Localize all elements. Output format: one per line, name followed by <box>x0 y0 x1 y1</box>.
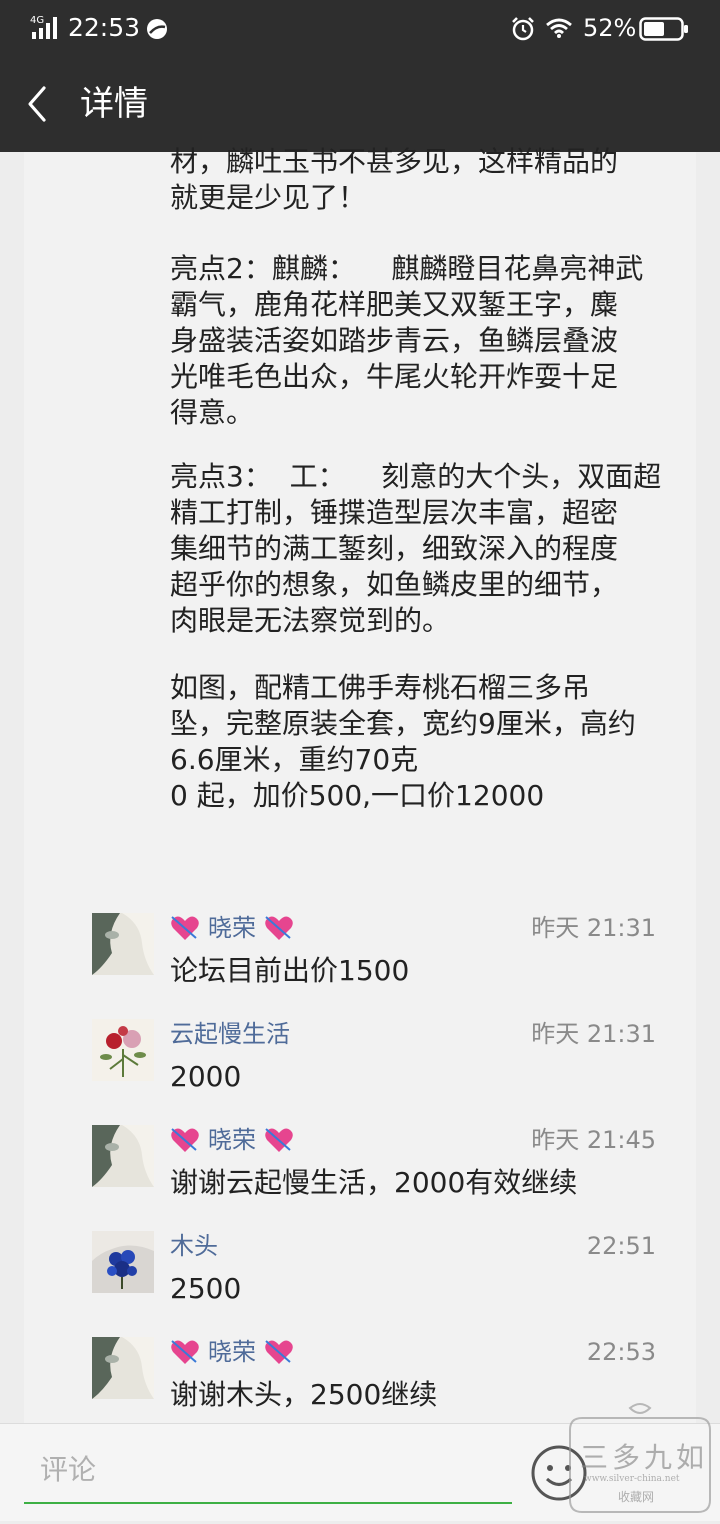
comment-author[interactable]: 木头 <box>170 1230 218 1262</box>
comment-author-name: 晓荣 <box>208 914 256 942</box>
blue-flower-avatar-icon <box>92 1231 154 1293</box>
comment-item[interactable]: 云起慢生活 昨天 21:31 2000 <box>0 1019 720 1109</box>
comment-author[interactable]: 晓荣 <box>170 1124 294 1156</box>
comment-author[interactable]: 晓荣 <box>170 912 294 944</box>
flower-avatar-icon <box>92 1019 154 1081</box>
battery-icon <box>639 17 688 41</box>
post-paragraph: 如图，配精工佛手寿桃石榴三多吊 坠，完整原装全套，宽约9厘米，高约 6.6厘米，… <box>170 671 636 812</box>
comment-author-name: 晓荣 <box>208 1126 256 1154</box>
avatar[interactable] <box>92 1231 154 1293</box>
watermark: 三多九如 www.silver-china.net 收藏网 <box>560 1400 720 1520</box>
watermark-title: 三多九如 <box>580 1441 709 1474</box>
heart-icon <box>171 1340 199 1364</box>
avatar[interactable] <box>92 1019 154 1081</box>
post-paragraph: 亮点3： 工： 刻意的大个头，双面超 精工打制，锤揲造型层次丰富，超密 集细节的… <box>170 460 662 637</box>
battery-percent: 52% <box>583 14 637 42</box>
comment-text: 谢谢云起慢生活，2000有效继续 <box>170 1166 578 1199</box>
comment-time: 22:53 <box>586 1338 656 1366</box>
comment-time: 昨天 21:31 <box>531 1020 656 1048</box>
comment-text: 2000 <box>170 1060 242 1093</box>
comment-author-name: 晓荣 <box>208 1338 256 1366</box>
post-paragraph: 材，麟吐玉书不甚多见，这样精品的 就更是少见了！ <box>170 145 619 214</box>
comment-text: 谢谢木头，2500继续 <box>170 1378 438 1411</box>
avatar[interactable] <box>92 1125 154 1187</box>
figure-avatar-icon <box>92 1337 154 1399</box>
watermark-subtitle: 收藏网 <box>618 1490 655 1504</box>
moon-icon <box>147 19 167 39</box>
comment-author[interactable]: 晓荣 <box>170 1336 294 1368</box>
nav-bar: 详情 <box>0 56 720 152</box>
figure-avatar-icon <box>92 913 154 975</box>
signal-icon: 4G <box>30 15 57 39</box>
comment-time: 昨天 21:31 <box>531 914 656 942</box>
comment-input[interactable]: 评论 <box>24 1442 512 1504</box>
avatar[interactable] <box>92 913 154 975</box>
avatar[interactable] <box>92 1337 154 1399</box>
comment-author[interactable]: 云起慢生活 <box>170 1018 290 1050</box>
comment-item[interactable]: 晓荣 昨天 21:45 谢谢云起慢生活，2000有效继续 <box>0 1125 720 1215</box>
alarm-icon <box>512 17 534 41</box>
wifi-icon <box>546 18 572 38</box>
comment-text: 2500 <box>170 1272 242 1305</box>
heart-icon <box>265 1340 293 1364</box>
heart-icon <box>265 1128 293 1152</box>
comment-text: 论坛目前出价1500 <box>170 954 410 987</box>
comment-author-name: 木头 <box>170 1232 218 1260</box>
comment-time: 昨天 21:45 <box>531 1126 656 1154</box>
comment-author-name: 云起慢生活 <box>170 1020 290 1048</box>
comment-time: 22:51 <box>586 1232 656 1260</box>
heart-icon <box>171 1128 199 1152</box>
post-paragraph: 亮点2：麒麟： 麒麟瞪目花鼻亮神武 霸气，鹿角花样肥美又双錾王字，麋 身盛装活姿… <box>170 252 644 429</box>
comment-item[interactable]: 木头 22:51 2500 <box>0 1231 720 1321</box>
status-time: 22:53 <box>68 13 141 42</box>
comment-item[interactable]: 晓荣 昨天 21:31 论坛目前出价1500 <box>0 913 720 1003</box>
status-bar: 4G 22:53 52% <box>0 0 720 56</box>
heart-icon <box>171 916 199 940</box>
figure-avatar-icon <box>92 1125 154 1187</box>
network-label: 4G <box>30 15 44 26</box>
back-arrow-icon[interactable] <box>24 84 50 124</box>
page-title: 详情 <box>80 84 148 124</box>
heart-icon <box>265 916 293 940</box>
watermark-url: www.silver-china.net <box>584 1474 680 1484</box>
